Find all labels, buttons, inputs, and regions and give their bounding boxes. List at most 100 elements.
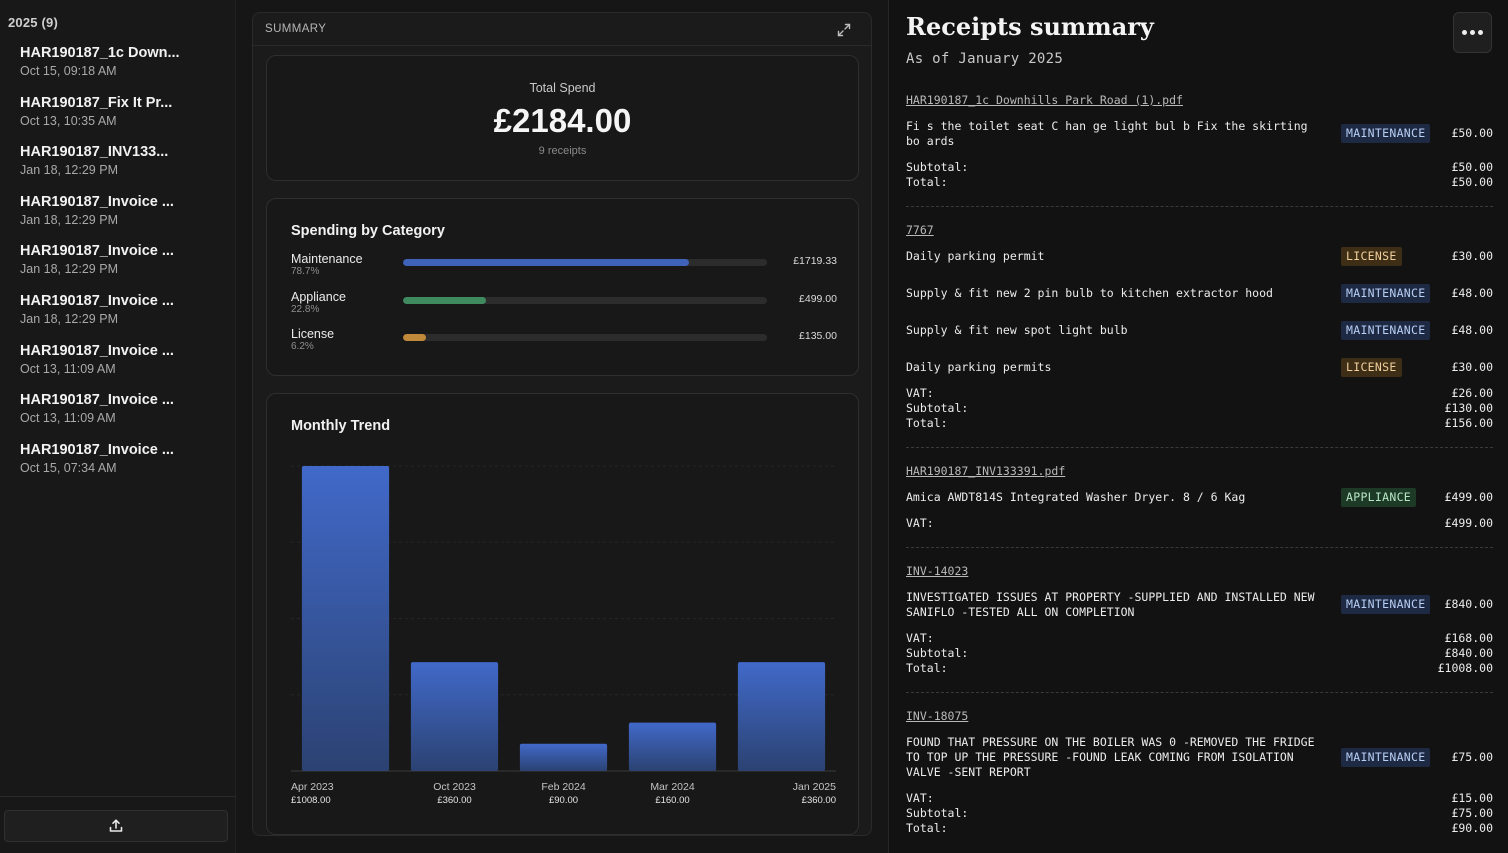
file-date: Jan 18, 12:29 PM	[20, 262, 118, 277]
file-name: HAR190187_Invoice ...	[20, 342, 174, 359]
app-window: 2025 (9) HAR190187_1c Down... Oct 15, 09:…	[0, 0, 1508, 853]
category-badge: LICENSE	[1341, 358, 1402, 377]
x-tick-label: Jan 2025	[793, 781, 836, 793]
category-badge: MAINTENANCE	[1341, 748, 1431, 767]
file-name: HAR190187_Invoice ...	[20, 441, 174, 458]
total-value: £15.00	[1451, 791, 1493, 805]
trend-bar[interactable]	[628, 722, 717, 771]
total-value: £1008.00	[1437, 661, 1493, 675]
total-key: Total:	[906, 661, 948, 675]
category-bar-track	[403, 334, 767, 341]
line-item-amount: £30.00	[1451, 360, 1493, 374]
total-key: VAT:	[906, 631, 934, 645]
file-item[interactable]: HAR190187_Invoice ... Jan 18, 12:29 PM	[0, 292, 236, 342]
x-tick-label: Mar 2024	[650, 781, 695, 793]
expand-button[interactable]	[835, 21, 853, 39]
bar-value-label: £160.00	[655, 795, 689, 806]
bar-value-label: £360.00	[802, 795, 836, 806]
line-item-amount: £75.00	[1451, 750, 1493, 764]
total-value: £156.00	[1444, 416, 1493, 430]
receipts-summary-panel: Receipts summary As of January 2025 HAR1…	[888, 0, 1508, 853]
file-item[interactable]: HAR190187_Invoice ... Oct 13, 11:09 AM	[0, 342, 236, 392]
file-name: HAR190187_Invoice ...	[20, 243, 174, 260]
category-badge: APPLIANCE	[1341, 488, 1417, 507]
line-item-description: INVESTIGATED ISSUES AT PROPERTY -SUPPLIE…	[906, 590, 1315, 619]
trend-bar[interactable]	[410, 662, 499, 771]
file-date: Oct 13, 11:09 AM	[20, 361, 116, 376]
total-key: Subtotal:	[906, 646, 969, 660]
file-date: Jan 18, 12:29 PM	[20, 311, 118, 326]
category-name: Appliance	[291, 290, 346, 304]
total-key: Subtotal:	[906, 401, 969, 415]
summary-panel: SUMMARY Total Spend £2184.00 9 receipts …	[252, 12, 872, 836]
receipt-file-link[interactable]: 7767	[906, 223, 934, 237]
x-tick-label: Feb 2024	[541, 781, 586, 793]
line-item-description: Amica AWDT814S Integrated Washer Dryer. …	[906, 490, 1246, 504]
trend-bar[interactable]	[301, 466, 390, 771]
file-name: HAR190187_Invoice ...	[20, 193, 174, 210]
category-bar-fill	[403, 259, 690, 266]
file-item[interactable]: HAR190187_Invoice ... Oct 15, 07:34 AM	[0, 441, 236, 491]
category-percent: 22.8%	[291, 304, 320, 315]
group-divider	[906, 206, 1493, 207]
trend-bar[interactable]	[737, 662, 826, 771]
sidebar-footer	[0, 796, 236, 853]
receipt-file-link[interactable]: HAR190187_INV133391.pdf	[906, 464, 1065, 478]
total-value: £130.00	[1444, 401, 1493, 415]
total-key: Subtotal:	[906, 806, 969, 820]
total-key: VAT:	[906, 386, 934, 400]
receipts-title: Receipts summary	[906, 12, 1154, 41]
total-value: £75.00	[1451, 806, 1493, 820]
file-item[interactable]: HAR190187_INV133... Jan 18, 12:29 PM	[0, 143, 236, 193]
total-spend-label: Total Spend	[529, 81, 596, 95]
category-badge: MAINTENANCE	[1341, 124, 1431, 143]
file-date: Oct 13, 10:35 AM	[20, 113, 117, 128]
file-date: Jan 18, 12:29 PM	[20, 212, 118, 227]
file-date: Jan 18, 12:29 PM	[20, 163, 118, 178]
category-bar-track	[403, 297, 767, 304]
line-item-amount: £840.00	[1444, 597, 1493, 611]
file-name: HAR190187_1c Down...	[20, 45, 180, 61]
line-item-description: Fi s the toilet seat C han ge light bul …	[906, 119, 1308, 148]
line-item-amount: £48.00	[1451, 286, 1493, 300]
spending-by-category-card: Spending by Category Maintenance 78.7% £…	[266, 198, 859, 376]
receipt-file-link[interactable]: HAR190187_1c Downhills Park Road (1).pdf	[906, 93, 1183, 107]
upload-button[interactable]	[4, 810, 228, 842]
total-value: £168.00	[1444, 631, 1493, 645]
group-divider	[906, 692, 1493, 693]
total-key: Total:	[906, 821, 948, 835]
line-item-description: Daily parking permit	[906, 249, 1045, 263]
group-divider	[906, 547, 1493, 548]
category-badge: MAINTENANCE	[1341, 284, 1431, 303]
category-name: License	[291, 327, 335, 341]
more-options-button[interactable]	[1453, 12, 1492, 53]
x-tick-label: Apr 2023	[291, 781, 334, 793]
category-bar-track	[403, 259, 767, 266]
category-percent: 78.7%	[291, 266, 320, 277]
upload-icon	[109, 819, 123, 832]
receipt-file-link[interactable]: INV-18075	[906, 709, 968, 723]
file-item[interactable]: HAR190187_Fix It Pr... Oct 13, 10:35 AM	[0, 94, 236, 144]
category-bar-fill	[403, 297, 486, 304]
monthly-trend-chart: Apr 2023 £1008.00 Oct 2023 £360.00 Feb 2024 £…	[291, 465, 836, 806]
total-key: VAT:	[906, 516, 934, 530]
total-key: Subtotal:	[906, 160, 969, 174]
receipt-file-link[interactable]: INV-14023	[906, 564, 968, 578]
total-value: £50.00	[1451, 175, 1493, 189]
category-amount: £135.00	[799, 330, 837, 342]
category-row-maintenance: Maintenance 78.7% £1719.33	[291, 252, 837, 282]
trend-bar[interactable]	[519, 743, 608, 771]
file-item[interactable]: HAR190187_Invoice ... Jan 18, 12:29 PM	[0, 193, 236, 243]
year-group-header[interactable]: 2025 (9)	[8, 15, 58, 30]
file-item[interactable]: HAR190187_Invoice ... Jan 18, 12:29 PM	[0, 242, 236, 292]
total-key: Total:	[906, 416, 948, 430]
category-amount: £499.00	[799, 293, 837, 305]
summary-header: SUMMARY	[253, 13, 871, 46]
file-item[interactable]: HAR190187_Invoice ... Oct 13, 11:09 AM	[0, 391, 236, 441]
total-key: Total:	[906, 175, 948, 189]
category-badge: MAINTENANCE	[1341, 321, 1431, 340]
file-date: Oct 15, 09:18 AM	[20, 64, 117, 78]
bar-value-label: £1008.00	[291, 795, 331, 806]
file-item[interactable]: HAR190187_1c Down... Oct 15, 09:18 AM	[0, 44, 236, 94]
category-bar-fill	[403, 334, 426, 341]
